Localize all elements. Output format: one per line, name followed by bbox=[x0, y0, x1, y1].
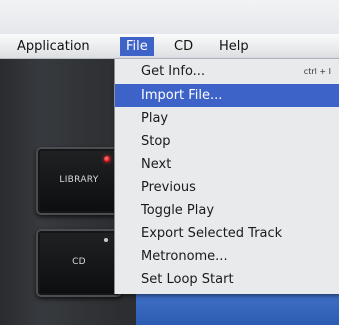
menu-cd[interactable]: CD bbox=[172, 37, 195, 56]
menu-item-export-selected-track[interactable]: Export Selected Track bbox=[115, 222, 339, 245]
menu-item-label: Previous bbox=[141, 180, 196, 195]
library-led-indicator bbox=[104, 156, 110, 162]
menu-bar: Application File CD Help bbox=[0, 34, 339, 59]
file-menu-dropdown: Get Info... ctrl + I Import File... Play… bbox=[114, 59, 339, 294]
menu-item-label: Stop bbox=[141, 134, 171, 149]
menu-item-stop[interactable]: Stop bbox=[115, 130, 339, 153]
menu-file[interactable]: File bbox=[120, 37, 154, 56]
menu-item-label: Get Info... bbox=[141, 64, 206, 79]
menu-item-import-file[interactable]: Import File... bbox=[115, 84, 339, 107]
menu-item-metronome[interactable]: Metronome... bbox=[115, 245, 339, 268]
menu-item-label: Next bbox=[141, 157, 172, 172]
menu-item-shortcut: ctrl + I bbox=[303, 67, 331, 76]
menu-item-toggle-play[interactable]: Toggle Play bbox=[115, 199, 339, 222]
library-button[interactable]: LIBRARY bbox=[36, 147, 122, 215]
content-panel-edge bbox=[136, 294, 339, 325]
window-title-strip bbox=[0, 0, 339, 34]
menu-item-label: Export Selected Track bbox=[141, 226, 283, 241]
menu-item-label: Metronome... bbox=[141, 249, 228, 264]
menu-application[interactable]: Application bbox=[15, 37, 92, 56]
menu-item-label: Import File... bbox=[141, 88, 223, 103]
menu-item-label: Play bbox=[141, 111, 169, 126]
menu-item-set-loop-start[interactable]: Set Loop Start bbox=[115, 268, 339, 291]
menu-item-previous[interactable]: Previous bbox=[115, 176, 339, 199]
menu-item-label: Toggle Play bbox=[141, 203, 215, 218]
cd-button-label: CD bbox=[72, 257, 86, 267]
menu-help[interactable]: Help bbox=[217, 37, 251, 56]
menu-item-next[interactable]: Next bbox=[115, 153, 339, 176]
menu-item-get-info[interactable]: Get Info... ctrl + I bbox=[115, 60, 339, 83]
cd-button[interactable]: CD bbox=[36, 229, 122, 297]
menu-item-play[interactable]: Play bbox=[115, 107, 339, 130]
menu-item-label: Set Loop Start bbox=[141, 272, 234, 287]
library-button-label: LIBRARY bbox=[59, 175, 99, 185]
cd-led-indicator bbox=[104, 238, 108, 242]
